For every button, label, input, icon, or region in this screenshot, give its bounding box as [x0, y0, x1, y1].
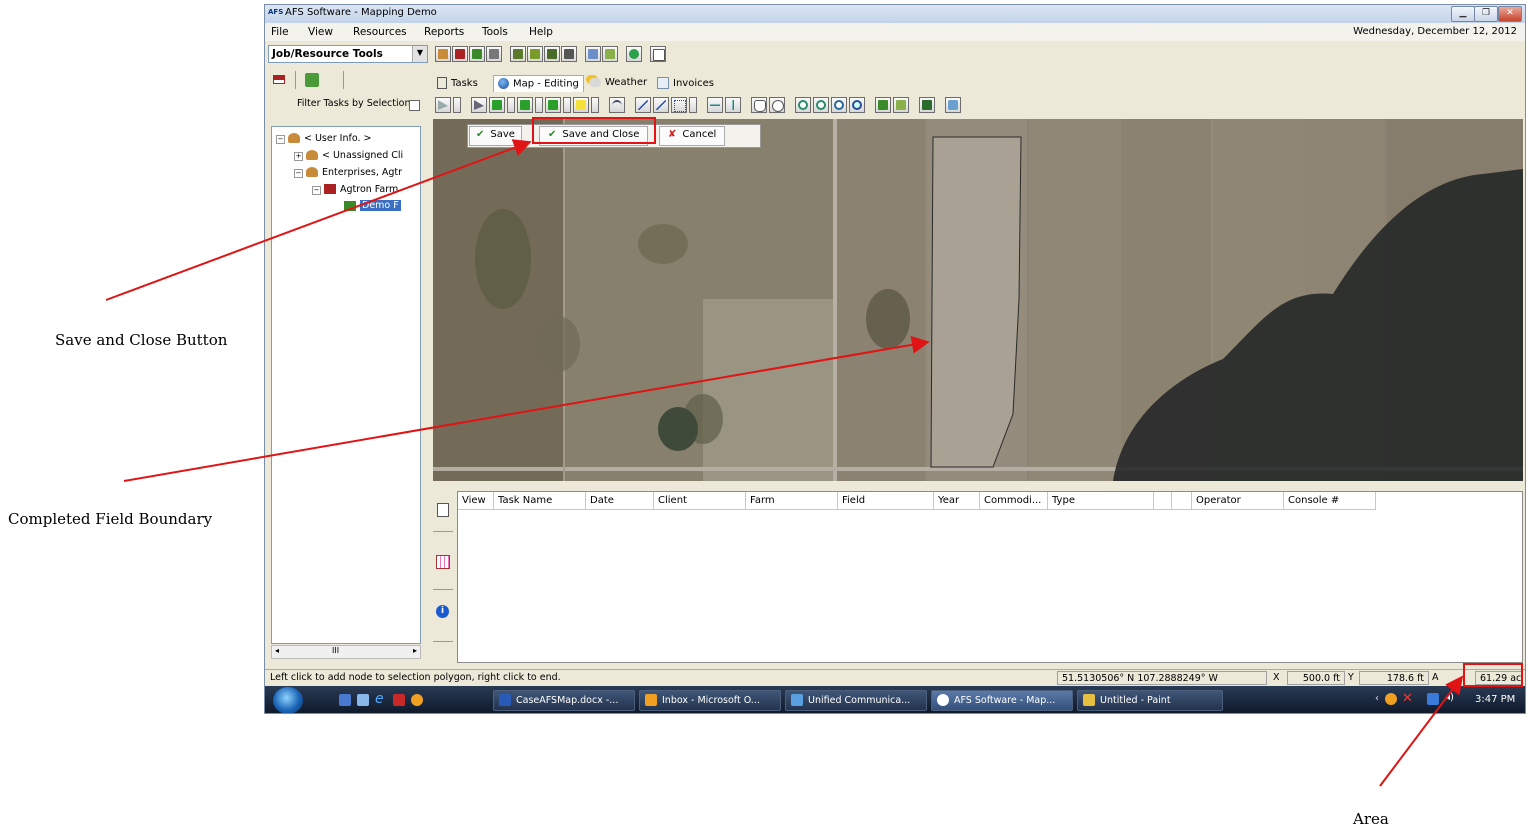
annotation-area: Area — [1353, 810, 1389, 828]
annotation-boundary: Completed Field Boundary — [8, 510, 213, 528]
arrow-boundary — [123, 335, 930, 482]
annotation-save-close: Save and Close Button — [55, 331, 228, 349]
arrow-save-close — [105, 139, 532, 301]
annotation-arrows — [105, 139, 1464, 787]
arrow-area — [1379, 675, 1464, 787]
